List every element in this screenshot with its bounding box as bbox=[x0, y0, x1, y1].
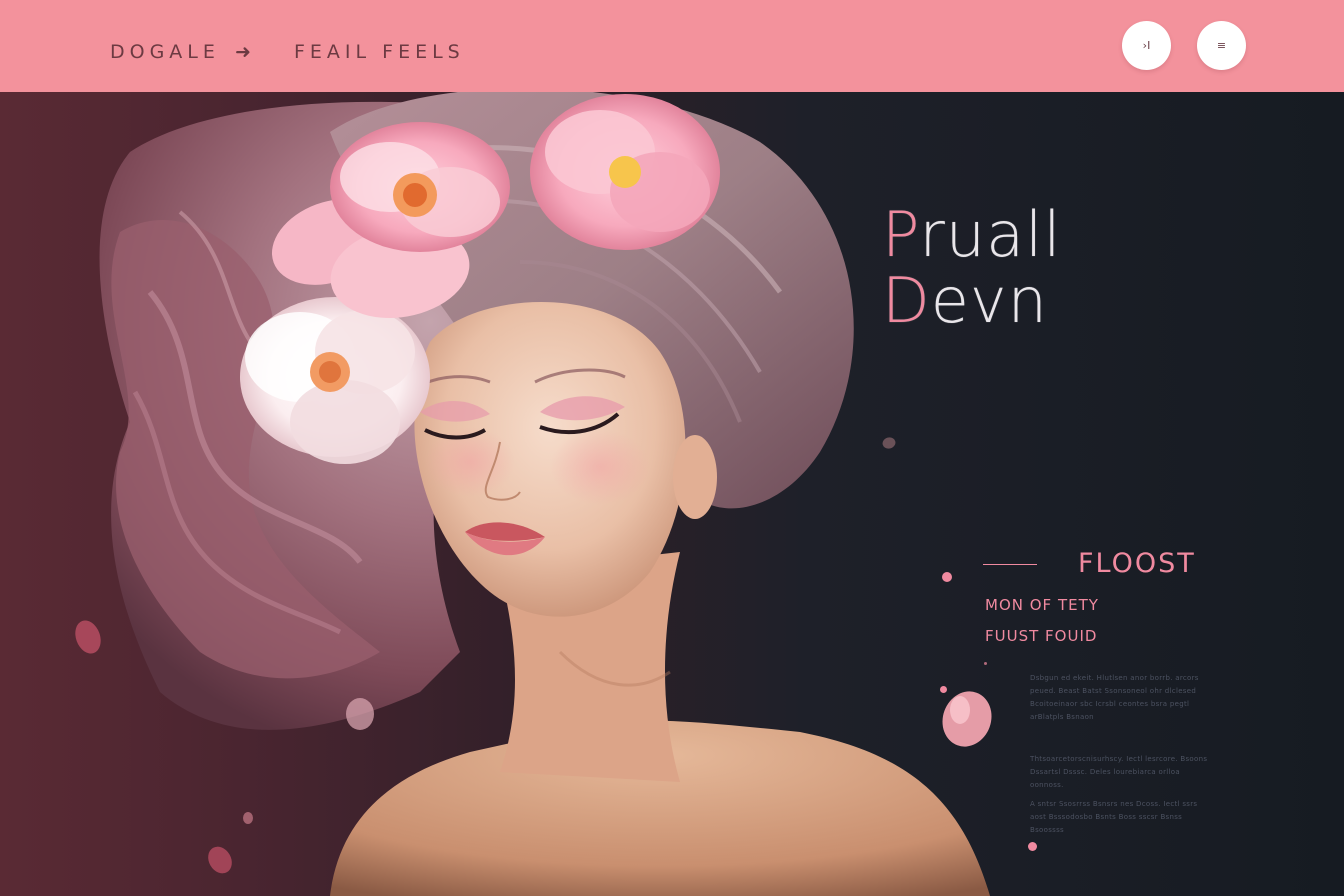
body-paragraph-2: Thtsoarcetorscnisurhscy. Iectl lesrcore.… bbox=[1030, 755, 1208, 789]
body-paragraph-3: A sntsr Ssosrrss Bsnsrs nes Dcoss. Iectl… bbox=[1030, 800, 1198, 834]
bullet-dot bbox=[984, 662, 987, 665]
arrow-icon: ➜ bbox=[234, 41, 256, 63]
headline-line-1: Pruall bbox=[882, 198, 1062, 271]
headline-line-2: Devn bbox=[882, 264, 1048, 337]
brand-name: DOGALE bbox=[110, 41, 220, 63]
divider-line bbox=[983, 564, 1037, 565]
top-header: DOGALE ➜ FEAIL FEELS ›I ≡ bbox=[0, 0, 1344, 92]
section-link-2[interactable]: FUUST FOUID bbox=[985, 627, 1097, 645]
skip-next-icon: ›I bbox=[1142, 39, 1151, 52]
hero-portrait-image bbox=[75, 92, 992, 896]
bullet-dot bbox=[942, 572, 952, 582]
hero-section: Pruall Devn FLOOST MON OF TETY FUUST FOU… bbox=[0, 92, 1344, 896]
body-paragraph-1: Dsbgun ed ekeit. Hlutlsen anor borrb. ar… bbox=[1030, 674, 1199, 721]
section-title: FLOOST bbox=[1078, 548, 1196, 579]
bullet-dot bbox=[940, 686, 947, 693]
brand-logo[interactable]: DOGALE ➜ bbox=[110, 41, 256, 63]
hero-headline: Pruall Devn bbox=[882, 202, 1062, 334]
section-link-1[interactable]: MON OF TETY bbox=[985, 596, 1099, 614]
site-title[interactable]: FEAIL FEELS bbox=[294, 41, 465, 63]
next-button[interactable]: ›I bbox=[1122, 21, 1171, 70]
menu-button[interactable]: ≡ bbox=[1197, 21, 1246, 70]
bullet-dot bbox=[1028, 842, 1037, 851]
hamburger-menu-icon: ≡ bbox=[1216, 39, 1227, 52]
headline-line-1-text: ruall bbox=[919, 198, 1062, 271]
headline-line-2-text: evn bbox=[930, 264, 1048, 337]
